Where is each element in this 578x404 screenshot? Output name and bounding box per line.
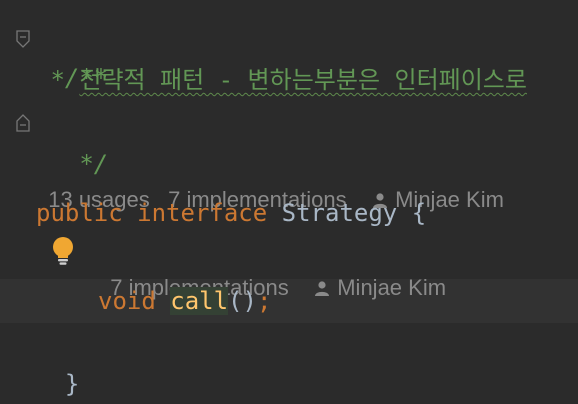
doc-comment-open: /**	[36, 18, 108, 92]
doc-comment-text: 전략적 패턴 - 변하는부분은 인터페이스로	[79, 66, 527, 94]
method-name[interactable]: call	[170, 287, 229, 315]
fold-end-icon[interactable]	[16, 114, 30, 132]
interface-declaration: public interface Strategy {	[36, 193, 426, 233]
author-hint[interactable]: Minjae Kim	[337, 275, 446, 300]
doc-comment-close: */	[36, 104, 108, 178]
interface-name[interactable]: Strategy	[282, 199, 398, 227]
doc-comment-body: * 전략적 패턴 - 변하는부분은 인터페이스로	[36, 60, 527, 100]
close-brace: }	[64, 370, 80, 398]
fold-start-icon[interactable]	[16, 30, 30, 48]
open-brace: {	[411, 199, 427, 227]
keyword-void: void	[98, 287, 156, 315]
close-brace-line: }	[36, 324, 79, 398]
keyword-interface: interface	[137, 199, 268, 227]
person-icon	[315, 281, 330, 296]
editor-gutter	[0, 0, 34, 402]
doc-prefix: *	[36, 66, 80, 94]
keyword-public: public	[36, 199, 123, 227]
lightbulb-icon[interactable]	[50, 236, 76, 266]
semicolon: ;	[256, 287, 272, 315]
method-parens: ()	[228, 287, 257, 315]
method-declaration: void call();	[98, 281, 271, 321]
